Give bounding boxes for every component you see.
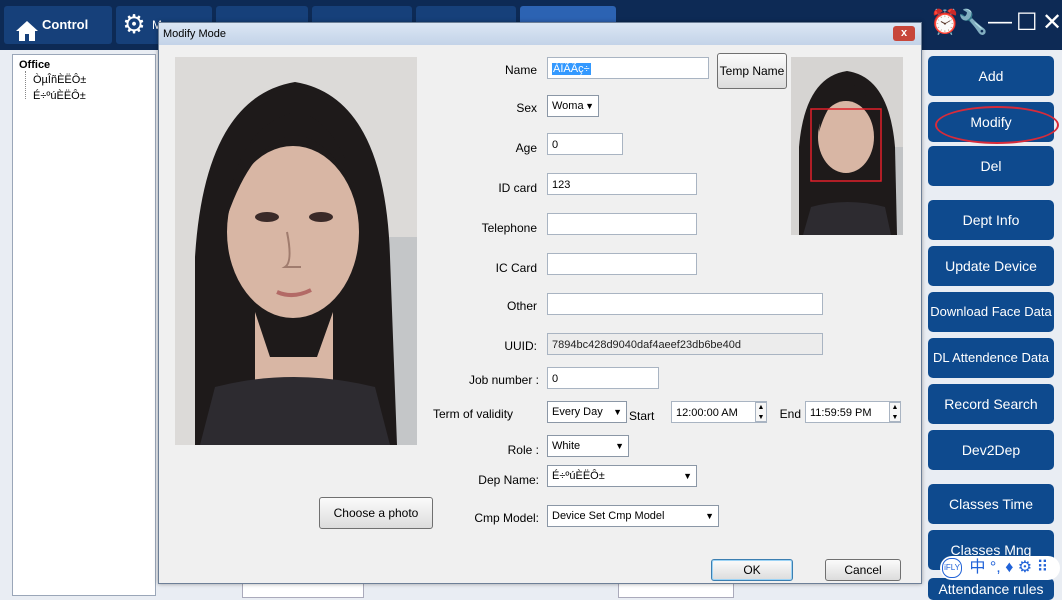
choose-photo-button[interactable]: Choose a photo [319, 497, 433, 529]
idcard-input[interactable]: 123 [547, 173, 697, 195]
dialog-close-button[interactable]: x [893, 26, 915, 41]
wrench-icon[interactable]: 🔧 [958, 8, 988, 37]
face-thumbnail [791, 57, 903, 235]
ime-toolbar[interactable]: iFLY 中 °, ♦ ⚙ ⠿ [940, 556, 1060, 580]
end-label: End [779, 407, 801, 421]
sex-label: Sex [516, 101, 537, 115]
tab-control[interactable]: Control [4, 6, 112, 44]
uuid-label: UUID: [504, 339, 537, 353]
depname-label: Dep Name: [478, 473, 539, 487]
dialog-titlebar: Modify Mode x [159, 23, 921, 45]
temp-name-button[interactable]: Temp Name [717, 53, 787, 89]
depname-value: É÷ºúÈËÔ± [552, 470, 605, 482]
face-photo [175, 57, 417, 445]
cmpmodel-select[interactable]: Device Set Cmp Model ▼ [547, 505, 719, 527]
validity-label: Term of validity [433, 407, 514, 421]
telephone-label: Telephone [481, 221, 537, 235]
chevron-down-icon: ▼ [615, 441, 624, 451]
modify-mode-dialog: Modify Mode x Name ÀÏÃÃç÷ Temp Name Sex … [158, 22, 922, 584]
role-label: Role : [507, 443, 539, 457]
maximize-icon[interactable]: ☐ [1016, 8, 1038, 37]
sex-select[interactable]: Woma ▼ [547, 95, 599, 117]
tree-root-office[interactable]: Office [19, 59, 50, 71]
role-select[interactable]: White ▼ [547, 435, 629, 457]
delete-button[interactable]: Del [928, 146, 1054, 186]
start-time-input[interactable]: 12:00:00 AM [671, 401, 767, 423]
add-button[interactable]: Add [928, 56, 1054, 96]
cancel-button[interactable]: Cancel [825, 559, 901, 581]
minimize-icon[interactable]: — [988, 8, 1012, 36]
tree-connector [25, 71, 27, 99]
role-value: White [552, 440, 581, 452]
chevron-down-icon: ▼ [613, 407, 622, 417]
other-label: Other [506, 299, 537, 313]
age-label: Age [515, 141, 537, 155]
control-label: Control [42, 17, 89, 32]
tree-item[interactable]: É÷ºúÈËÔ± [33, 90, 86, 102]
close-icon[interactable]: ✕ [1042, 8, 1062, 37]
update-device-button[interactable]: Update Device [928, 246, 1054, 286]
ok-button[interactable]: OK [711, 559, 793, 581]
end-time-input[interactable]: 11:59:59 PM [805, 401, 901, 423]
dialog-title: Modify Mode [163, 28, 226, 40]
start-label: Start [629, 409, 655, 423]
iccard-label: IC Card [495, 261, 537, 275]
ime-text: 中 °, ♦ ⚙ ⠿ [969, 559, 1049, 576]
start-time-spinner[interactable]: ▲ ▼ [755, 402, 767, 422]
cmpmodel-value: Device Set Cmp Model [552, 510, 665, 522]
name-label: Name [504, 63, 537, 77]
record-search-button[interactable]: Record Search [928, 384, 1054, 424]
chevron-down-icon: ▼ [683, 471, 692, 481]
chevron-down-icon: ▼ [705, 511, 714, 521]
tree-item[interactable]: ÒµÎñÈËÔ± [33, 74, 86, 86]
classes-time-button[interactable]: Classes Time [928, 484, 1054, 524]
jobnumber-input[interactable]: 0 [547, 367, 659, 389]
highlight-ring [935, 106, 1059, 144]
jobnumber-label: Job number : [468, 373, 539, 387]
age-input[interactable]: 0 [547, 133, 623, 155]
sex-value: Woma [552, 100, 584, 112]
gear-icon: ⚙ [122, 9, 146, 39]
chevron-down-icon: ▼ [585, 101, 594, 111]
uuid-field: 7894bc428d9040daf4aeef23db6be40d [547, 333, 823, 355]
idcard-label: ID card [498, 181, 537, 195]
end-time-spinner[interactable]: ▲ ▼ [889, 402, 901, 422]
dept-info-button[interactable]: Dept Info [928, 200, 1054, 240]
dl-attendance-data-button[interactable]: DL Attendence Data [928, 338, 1054, 378]
alarm-icon[interactable]: ⏰ [930, 8, 960, 37]
attendance-rules-button[interactable]: Attendance rules [928, 578, 1054, 600]
dev2dep-button[interactable]: Dev2Dep [928, 430, 1054, 470]
other-input[interactable] [547, 293, 823, 315]
name-value: ÀÏÃÃç÷ [552, 63, 591, 75]
cmpmodel-label: Cmp Model: [474, 511, 539, 525]
download-face-data-button[interactable]: Download Face Data [928, 292, 1054, 332]
name-input[interactable]: ÀÏÃÃç÷ [547, 57, 709, 79]
iccard-input[interactable] [547, 253, 697, 275]
home-icon [16, 21, 38, 41]
validity-select[interactable]: Every Day ▼ [547, 401, 627, 423]
department-tree[interactable]: Office ÒµÎñÈËÔ± É÷ºúÈËÔ± [12, 54, 156, 596]
depname-select[interactable]: É÷ºúÈËÔ± ▼ [547, 465, 697, 487]
telephone-input[interactable] [547, 213, 697, 235]
validity-value: Every Day [552, 406, 603, 418]
ime-logo-icon: iFLY [942, 558, 962, 578]
